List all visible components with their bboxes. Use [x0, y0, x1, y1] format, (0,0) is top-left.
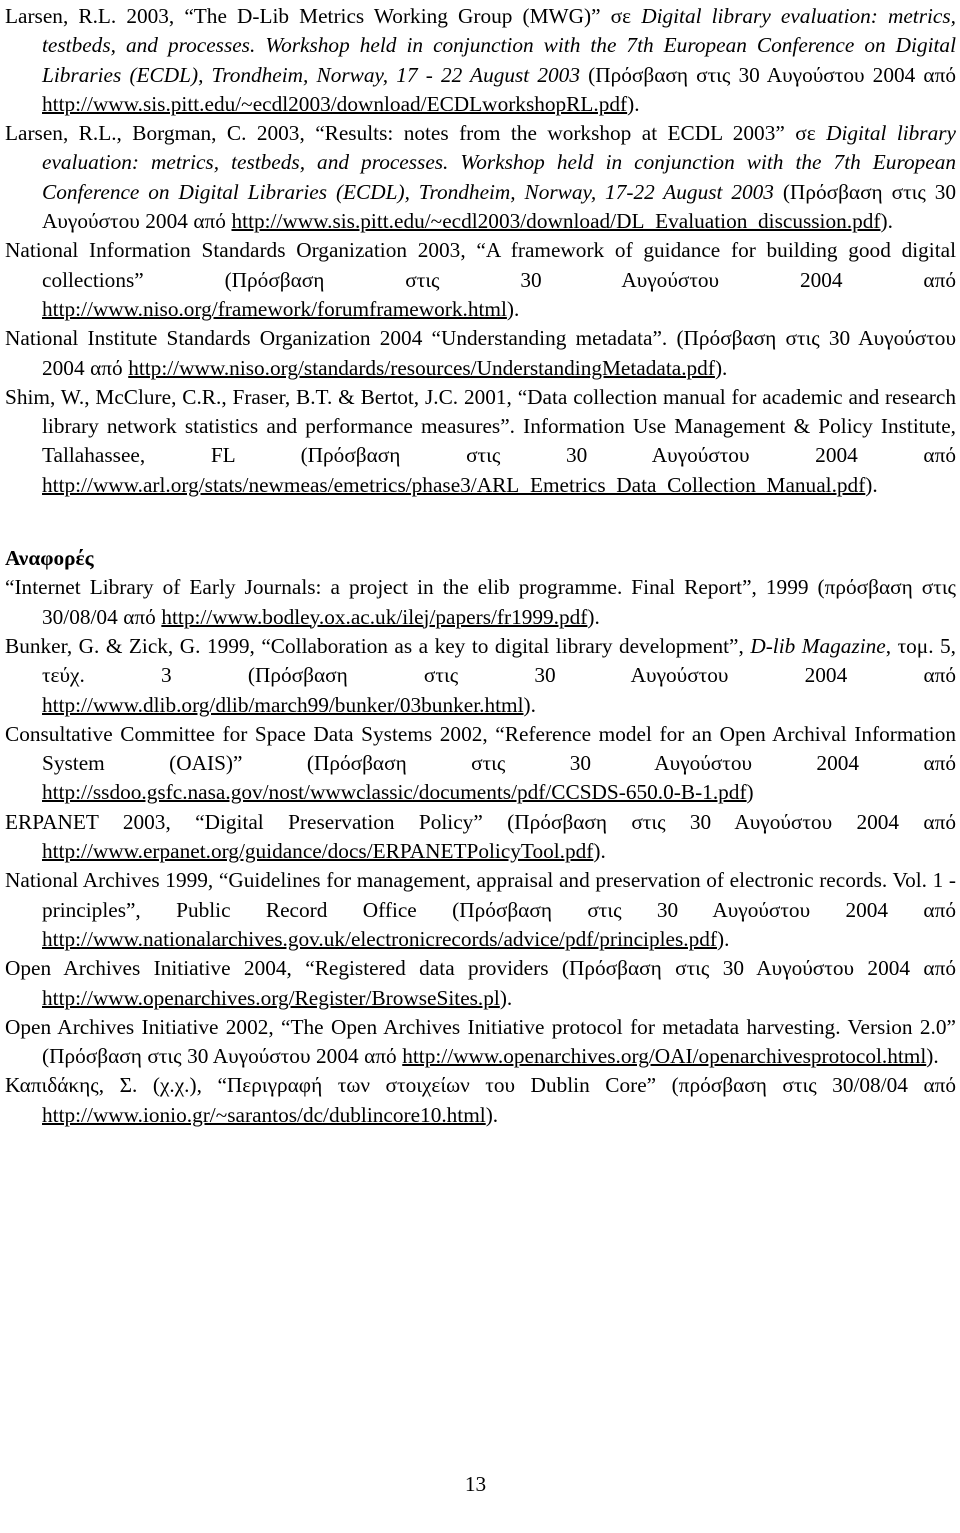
reference-url-link[interactable]: http://www.ionio.gr/~sarantos/dc/dublinc…: [42, 1103, 486, 1127]
reference-text: Larsen, R.L. 2003, “The D-Lib Metrics Wo…: [5, 4, 642, 28]
bibliography-entry: Shim, W., McClure, C.R., Fraser, B.T. & …: [5, 383, 956, 500]
reference-url-link[interactable]: http://www.sis.pitt.edu/~ecdl2003/downlo…: [232, 209, 881, 233]
reference-url-link[interactable]: http://www.sis.pitt.edu/~ecdl2003/downlo…: [42, 92, 627, 116]
reference-list-bottom: “Internet Library of Early Journals: a p…: [5, 573, 956, 1130]
reference-title-italic: D-lib Magazine: [750, 633, 886, 658]
reference-text: Shim, W., McClure, C.R., Fraser, B.T. & …: [5, 384, 956, 468]
reference-text: ).: [865, 472, 878, 497]
bibliography-entry: “Internet Library of Early Journals: a p…: [5, 573, 956, 632]
bibliography-entry: Open Archives Initiative 2004, “Register…: [5, 954, 956, 1013]
page-number: 13: [464, 1472, 487, 1496]
bibliography-entry: National Archives 1999, “Guidelines for …: [5, 866, 956, 954]
reference-text: ): [746, 780, 754, 805]
reference-url-link[interactable]: http://ssdoo.gsfc.nasa.gov/nost/wwwclass…: [42, 780, 747, 804]
reference-text: National Information Standards Organizat…: [5, 238, 956, 292]
reference-url-link[interactable]: http://www.erpanet.org/guidance/docs/ERP…: [42, 839, 593, 863]
reference-url-link[interactable]: http://www.niso.org/standards/resources/…: [128, 356, 715, 380]
reference-text: Larsen, R.L., Borgman, C. 2003, “Results…: [5, 121, 827, 146]
reference-text: ).: [716, 926, 730, 951]
reference-url-link[interactable]: http://www.arl.org/stats/newmeas/emetric…: [42, 473, 865, 497]
reference-list-top: Larsen, R.L. 2003, “The D-Lib Metrics Wo…: [5, 2, 956, 500]
bibliography-entry: Open Archives Initiative 2002, “The Open…: [5, 1013, 956, 1072]
reference-text: ).: [485, 1102, 499, 1127]
bibliography-entry: Larsen, R.L. 2003, “The D-Lib Metrics Wo…: [5, 2, 956, 119]
bibliography-entry: ERPANET 2003, “Digital Preservation Poli…: [5, 808, 956, 867]
reference-text: ).: [587, 604, 600, 629]
reference-text: ).: [926, 1044, 939, 1069]
reference-text: ERPANET 2003, “Digital Preservation Poli…: [5, 809, 956, 834]
document-page: Larsen, R.L. 2003, “The D-Lib Metrics Wo…: [0, 0, 960, 1533]
reference-url-link[interactable]: http://www.openarchives.org/OAI/openarch…: [402, 1044, 926, 1068]
section-heading-anafores: Αναφορές: [5, 546, 94, 571]
reference-text: Καπιδάκης, Σ. (χ.χ.), “Περιγραφή των στο…: [5, 1073, 956, 1098]
reference-text: Bunker, G. & Zick, G. 1999, “Collaborati…: [5, 633, 751, 658]
reference-text: ).: [523, 692, 536, 717]
reference-text: ).: [880, 209, 893, 234]
page-content: Larsen, R.L. 2003, “The D-Lib Metrics Wo…: [5, 2, 956, 1130]
reference-url-link[interactable]: http://www.nationalarchives.gov.uk/elect…: [42, 927, 717, 951]
bibliography-entry: Larsen, R.L., Borgman, C. 2003, “Results…: [5, 119, 956, 236]
bibliography-entry: Bunker, G. & Zick, G. 1999, “Collaborati…: [5, 632, 956, 720]
reference-text: ).: [714, 355, 728, 380]
reference-text: ).: [593, 839, 606, 864]
reference-url-link[interactable]: http://www.niso.org/framework/forumframe…: [42, 297, 507, 321]
reference-text: Consultative Committee for Space Data Sy…: [5, 721, 956, 776]
reference-url-link[interactable]: http://www.dlib.org/dlib/march99/bunker/…: [42, 693, 524, 717]
reference-text: ).: [506, 296, 520, 321]
bibliography-entry: Consultative Committee for Space Data Sy…: [5, 720, 956, 808]
reference-text: ).: [627, 91, 640, 116]
bibliography-entry: Καπιδάκης, Σ. (χ.χ.), “Περιγραφή των στο…: [5, 1071, 956, 1130]
reference-text: (Πρόσβαση στις 30 Αυγούστου 2004 από: [588, 62, 956, 87]
reference-url-link[interactable]: http://www.bodley.ox.ac.uk/ilej/papers/f…: [161, 605, 587, 629]
reference-text: Open Archives Initiative 2004, “Register…: [5, 956, 956, 981]
reference-text: ).: [499, 985, 513, 1010]
reference-text: National Archives 1999, “Guidelines for …: [5, 868, 956, 922]
bibliography-entry: National Institute Standards Organizatio…: [5, 324, 956, 383]
reference-url-link[interactable]: http://www.openarchives.org/Register/Bro…: [42, 986, 500, 1010]
bibliography-entry: National Information Standards Organizat…: [5, 236, 956, 324]
